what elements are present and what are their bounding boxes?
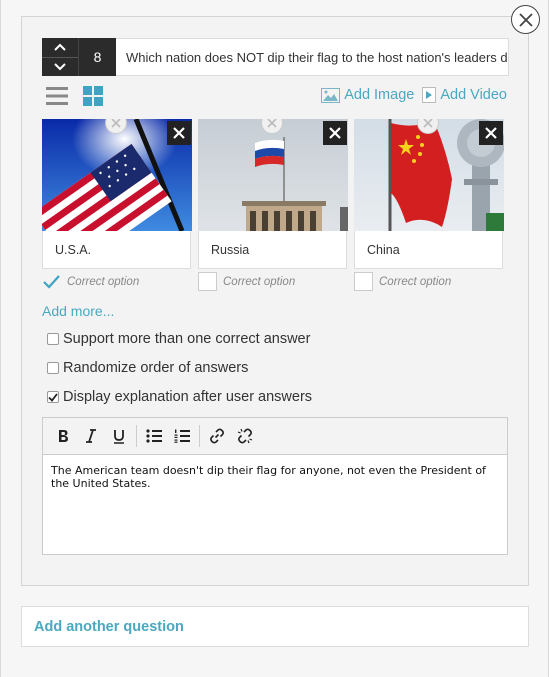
correct-option-label: Correct option bbox=[223, 275, 296, 288]
editor-toolbar bbox=[43, 418, 507, 455]
correct-option-checkbox[interactable] bbox=[42, 272, 61, 291]
correct-option-label: Correct option bbox=[67, 275, 140, 288]
add-video-label: Add Video bbox=[440, 87, 507, 103]
close-icon bbox=[111, 119, 121, 128]
add-another-question-button[interactable]: Add another question bbox=[21, 606, 529, 647]
video-icon bbox=[422, 87, 437, 103]
bold-button[interactable] bbox=[49, 422, 77, 450]
setting-label: Support more than one correct answer bbox=[63, 331, 311, 347]
italic-button[interactable] bbox=[77, 422, 105, 450]
image-icon bbox=[321, 87, 341, 103]
bulleted-list-button[interactable] bbox=[140, 422, 168, 450]
underline-icon bbox=[114, 429, 124, 444]
answer-option: Russia Correct option bbox=[198, 119, 348, 291]
checkmark-icon bbox=[48, 392, 58, 402]
chevron-down-icon bbox=[54, 63, 66, 71]
media-links: Add Image Add Video bbox=[321, 87, 507, 103]
correct-option-row: Correct option bbox=[42, 272, 192, 291]
correct-option-checkbox[interactable] bbox=[198, 272, 217, 291]
unlink-button[interactable] bbox=[231, 422, 259, 450]
china-flag-image bbox=[354, 119, 504, 231]
delete-option-button[interactable] bbox=[323, 121, 347, 145]
checkmark-icon bbox=[43, 274, 60, 289]
grid-view-button[interactable] bbox=[82, 85, 104, 107]
add-image-link[interactable]: Add Image bbox=[321, 87, 414, 103]
toolbar-separator bbox=[136, 425, 137, 447]
close-button[interactable] bbox=[511, 5, 540, 34]
display-explanation-checkbox[interactable] bbox=[47, 391, 59, 403]
setting-multiple-correct: Support more than one correct answer bbox=[47, 331, 310, 347]
option-label[interactable]: U.S.A. bbox=[42, 231, 191, 269]
question-number-stepper bbox=[42, 38, 78, 76]
stepper-up-button[interactable] bbox=[42, 38, 78, 58]
add-video-link[interactable]: Add Video bbox=[422, 87, 507, 103]
unlink-icon bbox=[237, 428, 253, 444]
explanation-editor: The American team doesn't dip their flag… bbox=[42, 417, 508, 555]
option-label[interactable]: China bbox=[354, 231, 503, 269]
usa-flag-image bbox=[42, 119, 192, 231]
setting-label: Randomize order of answers bbox=[63, 360, 249, 376]
answer-option: China Correct option bbox=[354, 119, 504, 291]
question-number: 8 bbox=[78, 38, 116, 76]
question-text-input[interactable]: Which nation does NOT dip their flag to … bbox=[116, 38, 509, 76]
correct-option-label: Correct option bbox=[379, 275, 452, 288]
bulleted-list-icon bbox=[146, 429, 162, 443]
bold-icon bbox=[59, 430, 68, 442]
delete-option-button[interactable] bbox=[167, 121, 191, 145]
link-button[interactable] bbox=[203, 422, 231, 450]
numbered-list-button[interactable] bbox=[168, 422, 196, 450]
toolbar-separator bbox=[199, 425, 200, 447]
correct-option-checkbox[interactable] bbox=[354, 272, 373, 291]
stepper-down-button[interactable] bbox=[42, 58, 78, 77]
close-icon bbox=[329, 127, 341, 139]
grid-view-icon bbox=[83, 86, 103, 106]
question-panel: 8 Which nation does NOT dip their flag t… bbox=[21, 16, 529, 586]
numbered-list-icon bbox=[174, 429, 190, 443]
add-more-link[interactable]: Add more... bbox=[42, 303, 114, 319]
setting-display-explanation: Display explanation after user answers bbox=[47, 389, 312, 405]
underline-button[interactable] bbox=[105, 422, 133, 450]
chevron-up-icon bbox=[54, 43, 66, 51]
randomize-checkbox[interactable] bbox=[47, 362, 59, 374]
list-view-icon bbox=[46, 87, 68, 105]
view-toggle bbox=[46, 85, 104, 107]
delete-option-button[interactable] bbox=[479, 121, 503, 145]
close-icon bbox=[485, 127, 497, 139]
close-icon bbox=[267, 119, 277, 128]
close-icon bbox=[518, 12, 533, 27]
correct-option-row: Correct option bbox=[198, 272, 348, 291]
russia-flag-image bbox=[198, 119, 348, 231]
option-label[interactable]: Russia bbox=[198, 231, 347, 269]
question-row: 8 Which nation does NOT dip their flag t… bbox=[42, 38, 509, 76]
answer-option: U.S.A. Correct option bbox=[42, 119, 192, 291]
close-icon bbox=[173, 127, 185, 139]
list-view-button[interactable] bbox=[46, 85, 68, 107]
setting-label: Display explanation after user answers bbox=[63, 389, 313, 405]
setting-randomize: Randomize order of answers bbox=[47, 360, 248, 376]
add-image-label: Add Image bbox=[344, 87, 415, 103]
italic-icon bbox=[86, 429, 96, 443]
explanation-text-area[interactable]: The American team doesn't dip their flag… bbox=[43, 455, 507, 499]
multiple-correct-checkbox[interactable] bbox=[47, 333, 59, 345]
correct-option-row: Correct option bbox=[354, 272, 504, 291]
link-icon bbox=[210, 428, 224, 444]
close-icon bbox=[423, 119, 433, 128]
